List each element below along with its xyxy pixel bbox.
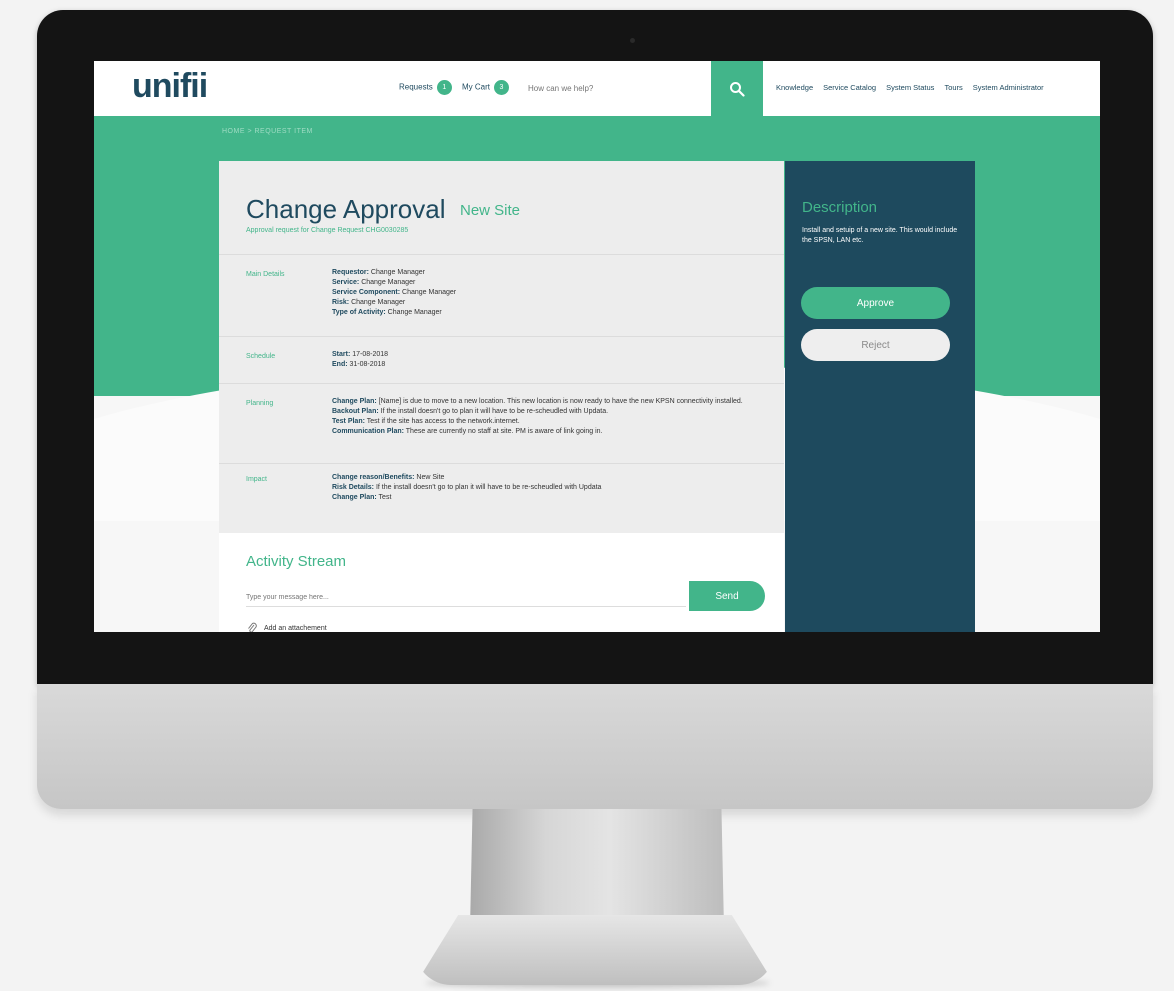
add-attachment-link[interactable]: Add an attachement	[246, 622, 327, 632]
breadcrumb[interactable]: HOME > REQUEST ITEM	[222, 128, 313, 135]
section-label: Planning	[246, 400, 274, 407]
section-label: Schedule	[246, 353, 276, 360]
page-title: Change Approval	[246, 194, 446, 224]
reject-button[interactable]: Reject	[801, 329, 950, 361]
requests-link[interactable]: Requests 1	[399, 80, 452, 95]
activity-stream: Activity Stream Send Add an attachement	[219, 533, 784, 632]
section-label: Impact	[246, 476, 268, 483]
nav-link-system-status[interactable]: System Status	[886, 83, 934, 92]
description-panel: Description Install and setuip of a new …	[785, 161, 975, 632]
monitor-stand-base	[415, 915, 775, 985]
send-button[interactable]: Send	[689, 581, 765, 611]
nav-link-tours[interactable]: Tours	[944, 83, 962, 92]
activity-title: Activity Stream	[246, 553, 347, 570]
paperclip-icon	[248, 622, 257, 632]
camera-dot	[630, 38, 635, 43]
add-attachment-label: Add an attachement	[264, 624, 327, 632]
section-label: Main Details	[246, 271, 285, 278]
section-body: Start: 17-08-2018 End: 31-08-2018	[332, 351, 389, 368]
cart-link[interactable]: My Cart 3	[462, 80, 509, 95]
nav-link-system-administrator[interactable]: System Administrator	[973, 83, 1044, 92]
top-navbar: unifii Requests1 My Cart 3 Knowledge Serv…	[94, 61, 1100, 116]
monitor-chin	[37, 684, 1153, 809]
top-links: Knowledge Service Catalog System Status …	[776, 83, 1044, 92]
cart-label: My Cart	[462, 82, 490, 92]
section-main-details: Main Details Requestor: Change Manager S…	[219, 254, 784, 335]
section-body: Change reason/Benefits: New Site Risk De…	[332, 474, 602, 501]
approval-note: Approval request for Change Request CHG0…	[246, 227, 409, 234]
cart-count-badge: 3	[494, 80, 509, 95]
requests-count-badge: 1	[436, 80, 452, 95]
search-button[interactable]	[711, 61, 763, 116]
section-body: Change Plan: [Name] is due to move to a …	[332, 398, 743, 435]
section-schedule: Schedule Start: 17-08-2018 End: 31-08-20…	[219, 336, 784, 382]
description-text: Install and setuip of a new site. This w…	[802, 227, 958, 244]
description-title: Description	[802, 199, 878, 216]
message-input[interactable]	[246, 588, 686, 607]
nav-link-service-catalog[interactable]: Service Catalog	[823, 83, 876, 92]
approve-button[interactable]: Approve	[801, 287, 950, 319]
section-planning: Planning Change Plan: [Name] is due to m…	[219, 383, 784, 462]
requests-label: Requests	[399, 82, 433, 92]
search-icon	[730, 81, 745, 97]
monitor-stand-neck	[470, 809, 724, 929]
section-impact: Impact Change reason/Benefits: New Site …	[219, 463, 784, 532]
logo[interactable]: unifii	[132, 67, 208, 106]
page-subtitle: New Site	[460, 202, 521, 219]
search-input[interactable]	[520, 61, 711, 116]
section-body: Requestor: Change Manager Service: Chang…	[332, 269, 457, 316]
nav-link-knowledge[interactable]: Knowledge	[776, 83, 813, 92]
approval-card: Change Approval New Site Approval reques…	[219, 161, 784, 632]
screen: unifii Requests1 My Cart 3 Knowledge Serv…	[94, 61, 1100, 632]
